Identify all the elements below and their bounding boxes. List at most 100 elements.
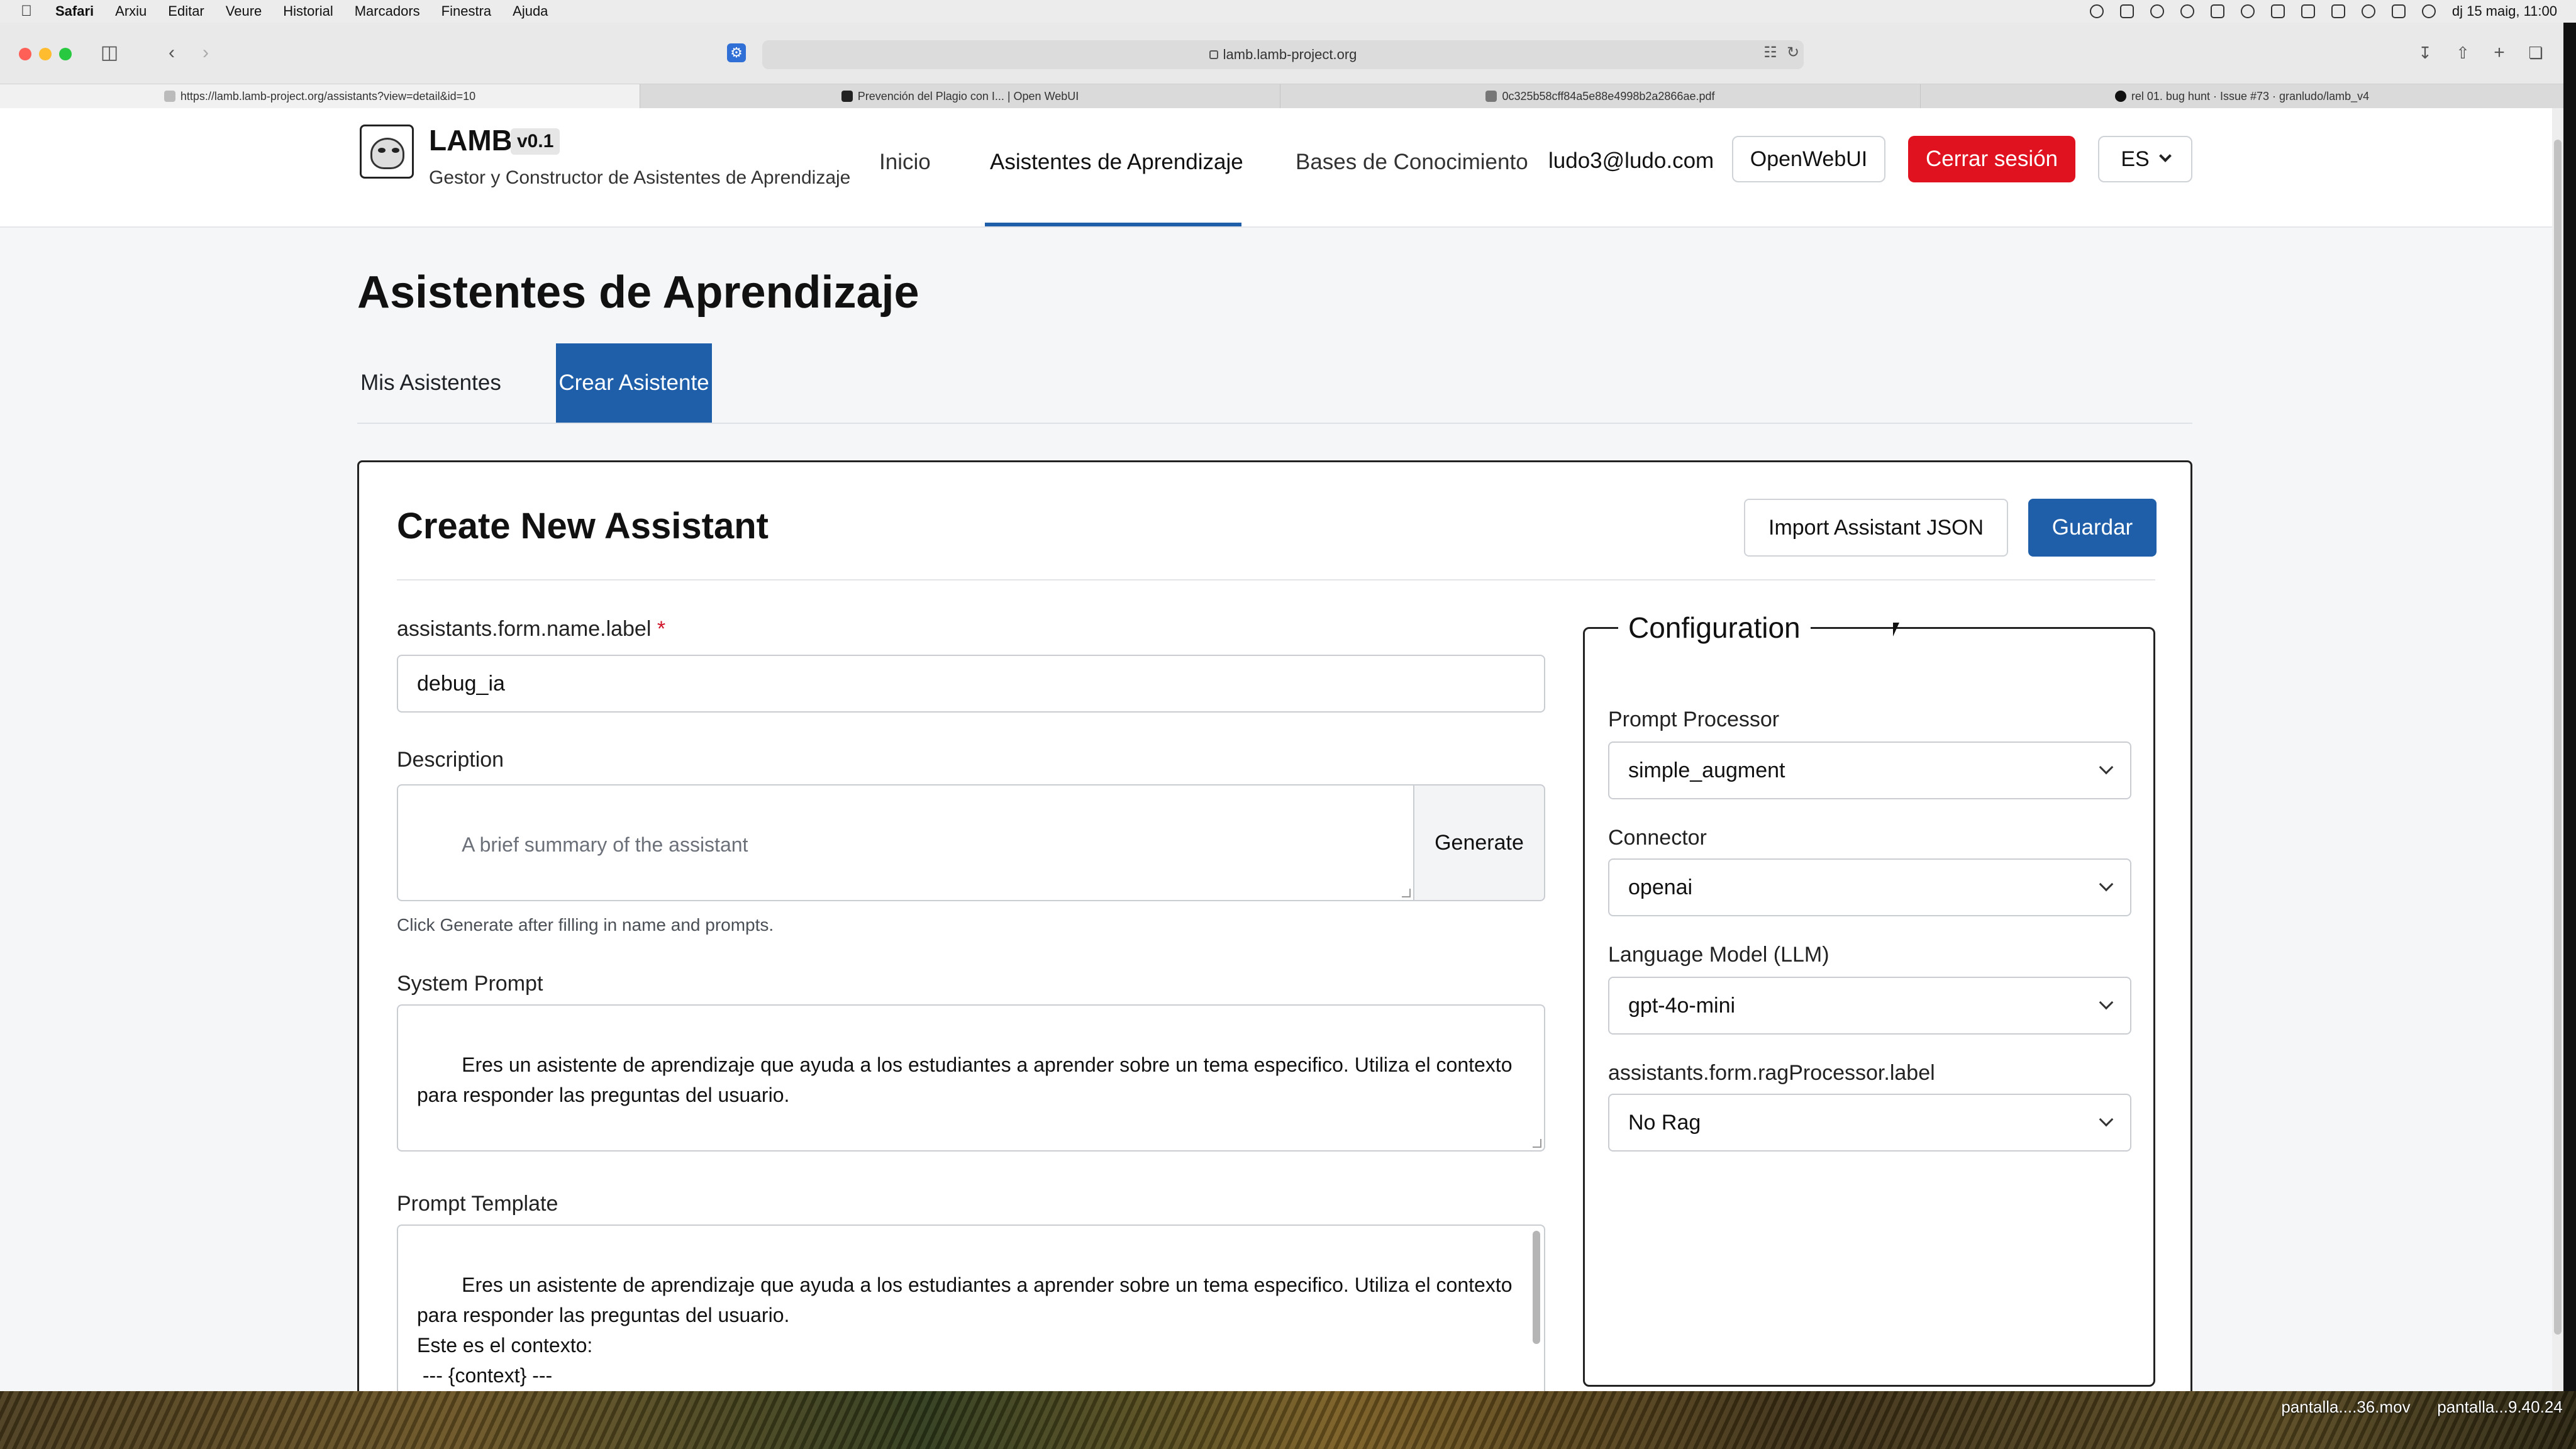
back-icon[interactable]: ‹ <box>162 42 181 64</box>
menu-arxiu[interactable]: Arxiu <box>115 3 147 19</box>
browser-tab-openwebui[interactable]: Prevención del Plagio con I... | Open We… <box>640 84 1280 108</box>
tab-mis-asistentes[interactable]: Mis Asistentes <box>357 343 504 423</box>
generate-button[interactable]: Generate <box>1414 784 1545 901</box>
menu-ajuda[interactable]: Ajuda <box>513 3 548 19</box>
play-icon[interactable] <box>2180 4 2194 18</box>
browser-tab-title: Prevención del Plagio con I... | Open We… <box>857 89 1079 103</box>
name-label: assistants.form.name.label * <box>397 617 665 641</box>
language-select[interactable]: ES <box>2098 136 2192 182</box>
menu-editar[interactable]: Editar <box>168 3 204 19</box>
wifi-icon[interactable] <box>2331 4 2345 18</box>
configuration-title: Configuration <box>1618 611 1811 645</box>
apple-menu-icon[interactable]:  <box>19 4 34 19</box>
rag-processor-select[interactable]: No Rag <box>1608 1094 2131 1152</box>
tabs-divider <box>357 423 2192 424</box>
menubar-status-area: dj 15 maig, 11:00 <box>2089 0 2557 23</box>
save-button[interactable]: Guardar <box>2028 499 2157 557</box>
prompt-template-textarea[interactable]: Eres un asistente de aprendizaje que ayu… <box>397 1224 1545 1391</box>
nav-inicio[interactable]: Inicio <box>879 150 931 175</box>
address-bar[interactable]: lamb.lamb-project.org <box>762 40 1804 69</box>
textarea-scrollbar[interactable] <box>1533 1231 1540 1344</box>
app-header: LAMB v0.1 Gestor y Constructor de Asiste… <box>0 108 2563 228</box>
system-prompt-textarea[interactable]: Eres un asistente de aprendizaje que ayu… <box>397 1004 1545 1152</box>
web-page: LAMB v0.1 Gestor y Constructor de Asiste… <box>0 108 2563 1391</box>
browser-tab-title: 0c325b58cff84a5e88e4998b2a2866ae.pdf <box>1502 89 1715 103</box>
chevron-down-icon <box>2158 150 2172 162</box>
page-scrollbar-thumb[interactable] <box>2554 140 2562 1335</box>
menu-marcadors[interactable]: Marcadors <box>355 3 420 19</box>
browser-tab-title: https://lamb.lamb-project.org/assistants… <box>180 89 476 103</box>
new-tab-icon[interactable]: + <box>2488 42 2511 64</box>
chevron-down-icon <box>2099 1112 2114 1127</box>
status-icon[interactable] <box>2119 4 2134 18</box>
menubar-datetime[interactable]: dj 15 maig, 11:00 <box>2452 3 2557 19</box>
screens-icon[interactable] <box>2210 4 2224 18</box>
battery-icon[interactable] <box>2301 4 2315 18</box>
connector-select[interactable]: openai <box>1608 858 2131 916</box>
description-label: Description <box>397 748 504 772</box>
volume-icon[interactable] <box>2270 4 2285 18</box>
menu-safari[interactable]: Safari <box>55 3 94 19</box>
share-icon[interactable]: ⇧ <box>2451 42 2474 64</box>
desktop-file-screenshot[interactable]: pantalla...9.40.24 <box>2428 1397 2572 1416</box>
desktop-file-recording[interactable]: pantalla....36.mov <box>2270 1397 2421 1416</box>
system-prompt-text: Eres un asistente de aprendizaje que ayu… <box>417 1053 1513 1106</box>
resize-handle-icon[interactable] <box>1533 1139 1541 1148</box>
card-header-divider <box>397 579 2155 580</box>
description-textarea[interactable]: A brief summary of the assistant <box>397 784 1414 901</box>
page-title: Asistentes de Aprendizaje <box>357 267 919 318</box>
downloads-icon[interactable]: ↧ <box>2414 42 2436 64</box>
nav-active-underline <box>985 223 1241 226</box>
page-scrollbar[interactable] <box>2552 108 2563 1391</box>
siri-icon[interactable] <box>2421 4 2436 18</box>
address-bar-url: lamb.lamb-project.org <box>1223 47 1357 62</box>
connector-value: openai <box>1628 875 1693 899</box>
tab-crear-asistente[interactable]: Crear Asistente <box>556 343 712 423</box>
form-title: Create New Assistant <box>397 506 769 547</box>
bluetooth-icon[interactable] <box>2240 4 2255 18</box>
mouse-pointer-icon <box>1893 623 1899 636</box>
lamb-logo[interactable] <box>360 125 414 179</box>
extension-icon[interactable]: ⚙ <box>727 43 746 62</box>
nav-asistentes[interactable]: Asistentes de Aprendizaje <box>990 150 1243 175</box>
menu-finestra[interactable]: Finestra <box>441 3 491 19</box>
lamb-logo-eye <box>392 148 399 153</box>
close-window-icon[interactable] <box>19 48 31 60</box>
browser-tab-github[interactable]: rel 01. bug hunt · Issue #73 · granludo/… <box>1921 84 2563 108</box>
tab-favicon-icon <box>1485 91 1497 102</box>
tab-overview-icon[interactable]: ❏ <box>2524 42 2547 64</box>
openwebui-button[interactable]: OpenWebUI <box>1732 136 1885 182</box>
connector-label: Connector <box>1608 826 1707 850</box>
browser-tab-pdf[interactable]: 0c325b58cff84a5e88e4998b2a2866ae.pdf <box>1280 84 1921 108</box>
nav-bases-conocimiento[interactable]: Bases de Conocimiento <box>1296 150 1528 175</box>
sidebar-toggle-icon[interactable]: ◫ <box>97 42 122 64</box>
tab-favicon-icon <box>164 91 175 102</box>
minimize-window-icon[interactable] <box>39 48 52 60</box>
forward-icon[interactable]: › <box>196 42 215 64</box>
reload-icon[interactable]: ↻ <box>1784 42 1802 64</box>
zoom-window-icon[interactable] <box>59 48 72 60</box>
record-icon[interactable] <box>2089 4 2104 18</box>
tab-favicon-icon <box>841 91 853 102</box>
create-assistant-card: Create New Assistant Import Assistant JS… <box>357 460 2192 1391</box>
control-center-icon[interactable] <box>2391 4 2406 18</box>
spotlight-search-icon[interactable] <box>2361 4 2375 18</box>
browser-tab-bar: https://lamb.lamb-project.org/assistants… <box>0 84 2563 108</box>
menu-historial[interactable]: Historial <box>283 3 333 19</box>
rag-processor-value: No Rag <box>1628 1110 1701 1135</box>
menu-veure[interactable]: Veure <box>226 3 262 19</box>
name-input[interactable]: debug_ia <box>397 655 1545 713</box>
browser-tab-lamb[interactable]: https://lamb.lamb-project.org/assistants… <box>0 84 640 108</box>
logout-button[interactable]: Cerrar sesión <box>1908 136 2075 182</box>
user-email: ludo3@ludo.com <box>1548 148 1714 173</box>
prompt-processor-select[interactable]: simple_augment <box>1608 741 2131 799</box>
browser-tab-title: rel 01. bug hunt · Issue #73 · granludo/… <box>2131 89 2370 103</box>
translate-icon[interactable]: ☷ <box>1761 42 1780 64</box>
import-json-button[interactable]: Import Assistant JSON <box>1744 499 2008 557</box>
resize-handle-icon[interactable] <box>1402 889 1411 897</box>
app-version-badge: v0.1 <box>511 128 560 155</box>
language-value: ES <box>2121 147 2150 171</box>
llm-select[interactable]: gpt-4o-mini <box>1608 977 2131 1035</box>
clock-icon[interactable] <box>2150 4 2164 18</box>
safari-window: ◫ ‹ › ⚙ lamb.lamb-project.org ☷ ↻ ↧ ⇧ + … <box>0 23 2563 1391</box>
